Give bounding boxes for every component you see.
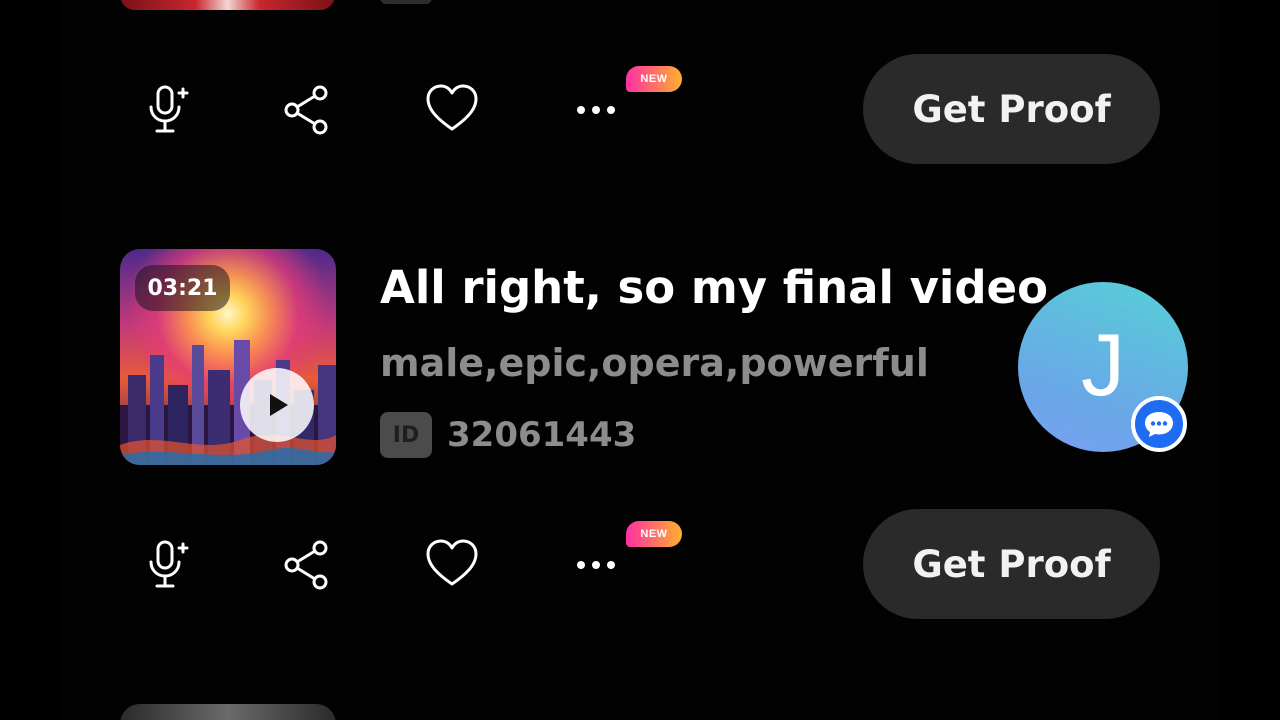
get-proof-button[interactable]: Get Proof [863, 54, 1160, 164]
next-song-thumbnail[interactable] [120, 704, 336, 720]
song-tags: male,epic,opera,powerful [380, 341, 929, 385]
play-icon [270, 394, 288, 416]
more-icon[interactable] [564, 78, 628, 142]
previous-song-thumbnail[interactable] [120, 0, 335, 10]
duration-badge: 03:21 [135, 265, 230, 311]
song-id: 32061443 [447, 415, 637, 455]
previous-song-id-badge [380, 0, 432, 4]
new-badge: NEW [626, 66, 682, 92]
mic-plus-icon[interactable] [134, 533, 198, 597]
heart-icon[interactable] [420, 533, 484, 597]
song-thumbnail[interactable]: 03:21 [120, 249, 336, 465]
avatar-letter: J [1081, 315, 1125, 414]
chat-bubble-icon[interactable] [1131, 396, 1187, 452]
share-icon[interactable] [275, 78, 339, 142]
get-proof-button[interactable]: Get Proof [863, 509, 1160, 619]
play-button[interactable] [240, 368, 314, 442]
previous-song-actions: NEW Get Proof [120, 54, 1160, 164]
song-actions: NEW Get Proof [120, 509, 1160, 619]
new-badge: NEW [626, 521, 682, 547]
id-label-badge: ID [380, 412, 432, 458]
share-icon[interactable] [275, 533, 339, 597]
heart-icon[interactable] [420, 78, 484, 142]
more-icon[interactable] [564, 533, 628, 597]
mic-plus-icon[interactable] [134, 78, 198, 142]
